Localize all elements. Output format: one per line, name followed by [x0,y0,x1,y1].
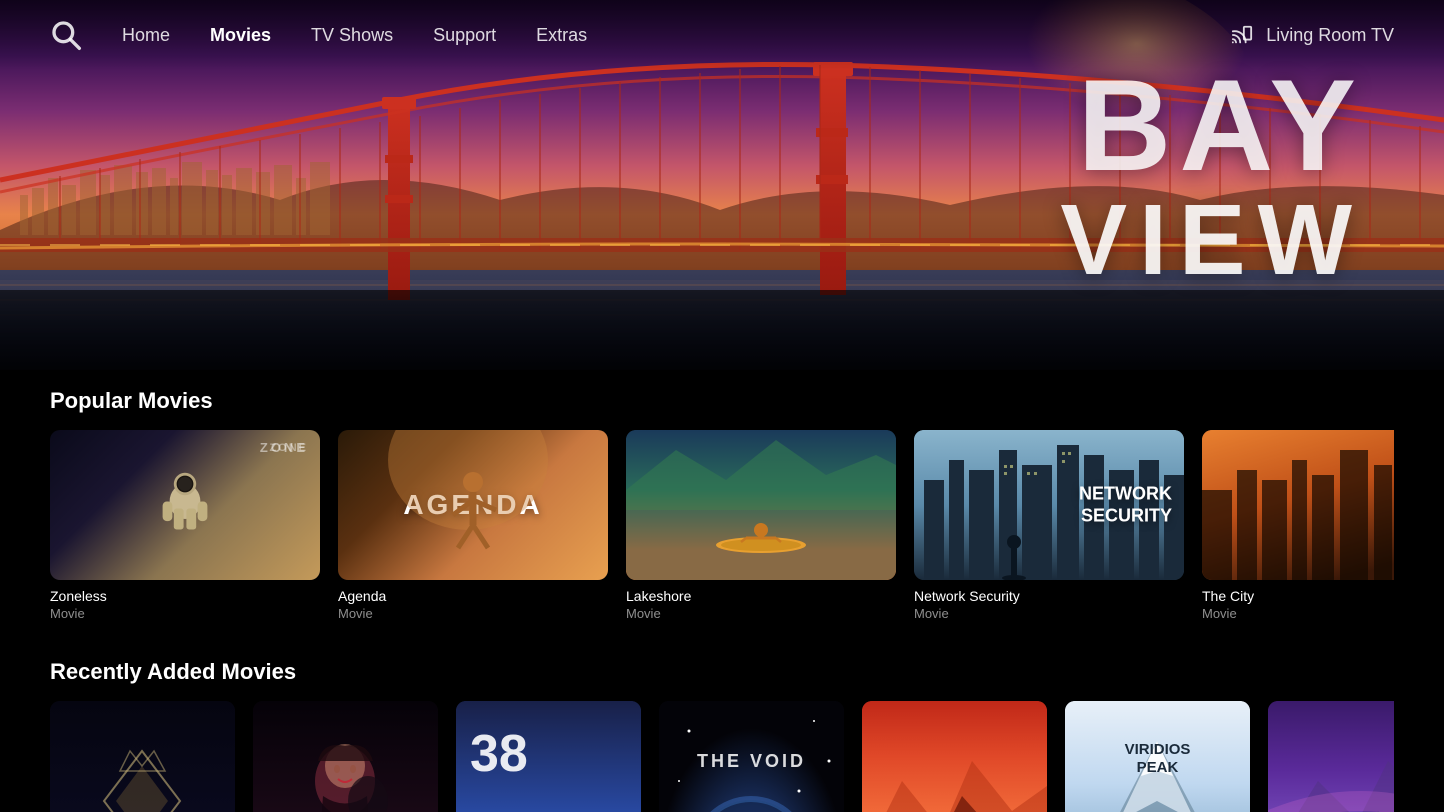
popular-movies-section: Popular Movies [0,370,1444,621]
nav-link-extras[interactable]: Extras [536,25,587,46]
movie-thumb-zoneless: ZONE [50,430,320,580]
hero-title-line2: VIEW [1060,190,1364,290]
hero-title-line1: BAY [1060,60,1364,190]
movie-card-network-security[interactable]: NETWORKSECURITY Network Security Movie [914,430,1184,621]
movie-title-agenda: Agenda [338,588,608,604]
search-button[interactable] [50,19,82,51]
movie-card-viridios-peak[interactable]: VIRIDIOSPEAK [1065,701,1250,812]
movie-card-zoneless[interactable]: ZONE Zoneless Movie [50,430,320,621]
nav-link-support[interactable]: Support [433,25,496,46]
movie-thumb-kingdoms: KINGDOMS [50,701,235,812]
movie-subtitle-lakeshore: Movie [626,606,896,621]
nav-link-home[interactable]: Home [122,25,170,46]
movie-thumb-viridios-peak: VIRIDIOSPEAK [1065,701,1250,812]
recently-added-row: KINGDOMS [50,701,1394,812]
movie-card-the-city[interactable]: THE CITY The City Movie [1202,430,1394,621]
nav-links: Home Movies TV Shows Support Extras [122,25,1228,46]
movie-thumb-grand-ridge: GRANDRIDGE [862,701,1047,812]
movie-thumb-downtown: 38 [456,701,641,812]
movie-thumb-agenda: AGENDA [338,430,608,580]
movie-title-the-city: The City [1202,588,1394,604]
movie-title-zoneless: Zoneless [50,588,320,604]
movie-thumb-deception [253,701,438,812]
movie-card-lakeshore[interactable]: LAKESHORE [626,430,896,621]
recently-added-title: Recently Added Movies [50,641,1394,685]
movie-thumb-the-city: THE CITY [1202,430,1394,580]
movie-card-origins[interactable] [1268,701,1394,812]
movie-thumb-origins [1268,701,1394,812]
main-content: Popular Movies [0,370,1444,812]
movie-subtitle-the-city: Movie [1202,606,1394,621]
movie-card-deception[interactable] [253,701,438,812]
movie-subtitle-network-security: Movie [914,606,1184,621]
recently-added-section: Recently Added Movies [0,641,1444,812]
hero-title: BAY VIEW [1060,60,1364,290]
movie-thumb-network-security: NETWORKSECURITY [914,430,1184,580]
nav-link-movies[interactable]: Movies [210,25,271,46]
movie-subtitle-agenda: Movie [338,606,608,621]
movie-thumb-the-void: THE VOID [659,701,844,812]
movie-card-kingdoms[interactable]: KINGDOMS [50,701,235,812]
cast-icon [1228,24,1256,46]
movie-subtitle-zoneless: Movie [50,606,320,621]
movie-title-lakeshore: Lakeshore [626,588,896,604]
svg-text:38: 38 [470,725,528,783]
popular-movies-row: ZONE Zoneless Movie [50,430,1394,621]
movie-thumb-lakeshore: LAKESHORE [626,430,896,580]
movie-title-network-security: Network Security [914,588,1184,604]
movie-card-downtown[interactable]: 38 [456,701,641,812]
movie-card-the-void[interactable]: THE VOID [659,701,844,812]
movie-card-grand-ridge[interactable]: GRANDRIDGE [862,701,1047,812]
popular-movies-title: Popular Movies [50,370,1394,414]
hero-fade [0,290,1444,370]
movie-card-agenda[interactable]: AGENDA Agenda Movie [338,430,608,621]
nav-link-tv-shows[interactable]: TV Shows [311,25,393,46]
navigation: Home Movies TV Shows Support Extras Livi… [0,0,1444,70]
cast-label: Living Room TV [1266,25,1394,46]
cast-button[interactable]: Living Room TV [1228,24,1394,46]
